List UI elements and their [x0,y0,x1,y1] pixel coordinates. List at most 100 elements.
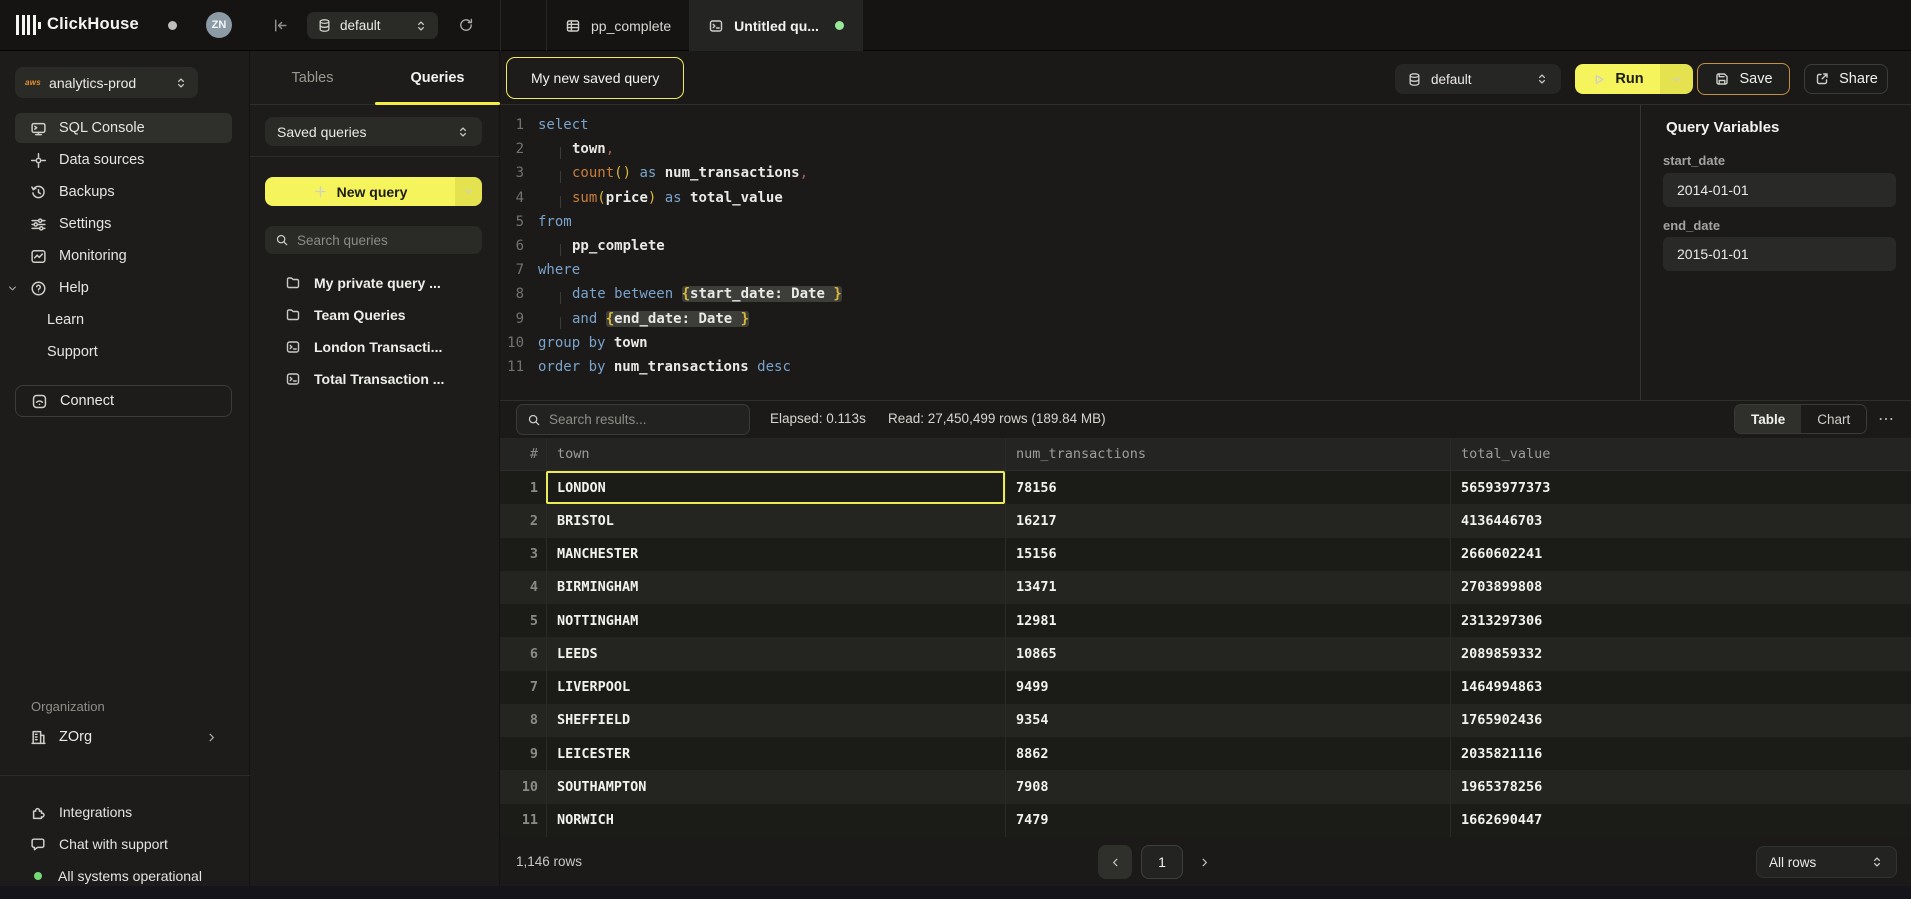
code-line-10[interactable]: 10group by town [500,331,1640,355]
sidebar-item-sql-console[interactable]: SQL Console [15,113,232,143]
table-cell[interactable]: BRISTOL [546,504,1005,537]
table-cell[interactable]: 9354 [1005,704,1450,737]
table-cell[interactable]: 12981 [1005,604,1450,637]
sidebar-item-backups[interactable]: Backups [15,177,232,207]
code-line-2[interactable]: 2town, [500,137,1640,161]
code-line-5[interactable]: 5from [500,210,1640,234]
table-cell[interactable]: 56593977373 [1450,471,1911,504]
table-cell[interactable]: 9499 [1005,671,1450,704]
table-cell[interactable]: 1464994863 [1450,671,1911,704]
code-line-7[interactable]: 7where [500,258,1640,282]
table-cell[interactable]: LIVERPOOL [546,671,1005,704]
table-cell[interactable]: 2035821116 [1450,737,1911,770]
sql-editor[interactable]: 1select2town,3count() as num_transaction… [500,105,1640,400]
sidebar-item-data-sources[interactable]: Data sources [15,145,232,175]
page-size-selector[interactable]: All rows [1756,846,1897,878]
table-cell[interactable]: NORWICH [546,804,1005,837]
view-toggle-table[interactable]: Table [1735,405,1801,433]
table-cell[interactable]: 7479 [1005,804,1450,837]
table-cell[interactable]: 13471 [1005,571,1450,604]
table-cell[interactable]: 1965378256 [1450,770,1911,803]
collapse-sidebar-icon[interactable] [272,17,289,34]
view-toggle-chart[interactable]: Chart [1801,405,1866,433]
code-line-8[interactable]: 8date between {start_date: Date } [500,282,1640,306]
saved-query-team-queries[interactable]: Team Queries [265,299,482,331]
code-line-6[interactable]: 6pp_complete [500,234,1640,258]
home-icon[interactable] [501,0,547,51]
sidebar-item-settings[interactable]: Settings [15,209,232,239]
table-cell[interactable]: 10865 [1005,637,1450,670]
table-cell[interactable]: 1765902436 [1450,704,1911,737]
saved-query-my-private-query[interactable]: My private query ... [265,267,482,299]
current-page[interactable]: 1 [1141,845,1183,879]
code-line-11[interactable]: 11order by num_transactions desc [500,355,1640,379]
tab-untitled-qu[interactable]: Untitled qu... [690,0,863,51]
table-cell[interactable]: 2313297306 [1450,604,1911,637]
column-header-total-value[interactable]: total_value [1450,438,1911,470]
database-selector[interactable]: default [307,12,438,39]
new-tab-plus-icon[interactable] [863,0,901,51]
prev-page-button[interactable] [1098,845,1132,879]
saved-queries-scope-selector[interactable]: Saved queries [265,117,482,146]
table-cell[interactable]: 1662690447 [1450,804,1911,837]
table-cell[interactable]: 2660602241 [1450,538,1911,571]
query-variable-chip[interactable]: {end_date: Date } [606,311,749,327]
saved-query-tab[interactable]: My new saved query [506,57,684,99]
table-cell[interactable]: LEEDS [546,637,1005,670]
sidebar-item-support[interactable]: Support [15,337,232,367]
sidebar-item-learn[interactable]: Learn [15,305,232,335]
table-cell[interactable]: SOUTHAMPTON [546,770,1005,803]
sidebar-item-chat-with-support[interactable]: Chat with support [15,829,232,859]
table-cell[interactable]: 15156 [1005,538,1450,571]
tab-tables[interactable]: Tables [250,51,375,104]
tab-queries[interactable]: Queries [375,51,500,104]
table-cell[interactable]: 78156 [1005,471,1450,504]
table-cell[interactable]: MANCHESTER [546,538,1005,571]
editor-database-selector[interactable]: default [1395,64,1561,94]
search-results-input[interactable]: Search results... [516,404,750,435]
avatar[interactable]: ZN [206,12,232,38]
results-more-menu-icon[interactable]: ⋯ [1878,409,1895,429]
table-cell[interactable]: LEICESTER [546,737,1005,770]
run-options-dropdown[interactable] [1660,64,1693,94]
organization-item[interactable]: ZOrg [15,723,232,751]
table-cell[interactable]: 16217 [1005,504,1450,537]
search-queries-input[interactable]: Search queries [265,226,482,254]
tab-label: Untitled qu... [734,18,819,34]
code-line-4[interactable]: 4sum(price) as total_value [500,186,1640,210]
table-cell[interactable]: NOTTINGHAM [546,604,1005,637]
connect-button[interactable]: Connect [15,385,232,417]
refresh-icon[interactable] [458,17,474,33]
code-line-3[interactable]: 3count() as num_transactions, [500,161,1640,185]
column-header-town[interactable]: town [546,438,1005,470]
table-cell[interactable]: SHEFFIELD [546,704,1005,737]
end-date-input[interactable]: 2015-01-01 [1663,237,1896,271]
column-header-num-transactions[interactable]: num_transactions [1005,438,1450,470]
table-cell[interactable]: 7908 [1005,770,1450,803]
table-cell[interactable]: 2703899808 [1450,571,1911,604]
table-cell[interactable]: LONDON [546,471,1005,504]
table-cell[interactable]: 2089859332 [1450,637,1911,670]
sidebar-item-help[interactable]: Help [15,273,232,303]
sidebar-item-monitoring[interactable]: Monitoring [15,241,232,271]
save-button[interactable]: Save [1697,63,1790,95]
share-button[interactable]: Share [1804,64,1888,94]
column-header-row-number[interactable]: # [500,438,546,470]
table-cell[interactable]: 8862 [1005,737,1450,770]
run-button[interactable]: Run [1575,64,1660,94]
sidebar-item-integrations[interactable]: Integrations [15,797,232,827]
code-line-9[interactable]: 9and {end_date: Date } [500,307,1640,331]
next-page-button[interactable] [1192,845,1216,879]
table-cell[interactable]: BIRMINGHAM [546,571,1005,604]
workspace-selector[interactable]: aws analytics-prod [15,67,198,98]
new-query-dropdown[interactable] [455,177,482,206]
query-variable-chip[interactable]: {start_date: Date } [682,286,842,302]
start-date-input[interactable]: 2014-01-01 [1663,173,1896,207]
saved-query-total-transaction[interactable]: Total Transaction ... [265,363,482,395]
code-line-1[interactable]: 1select [500,113,1640,137]
saved-query-london-transacti[interactable]: London Transacti... [265,331,482,363]
new-query-button[interactable]: New query [265,177,482,206]
notification-dot-icon[interactable] [168,21,177,30]
tab-pp-complete[interactable]: pp_complete [547,0,690,51]
table-cell[interactable]: 4136446703 [1450,504,1911,537]
